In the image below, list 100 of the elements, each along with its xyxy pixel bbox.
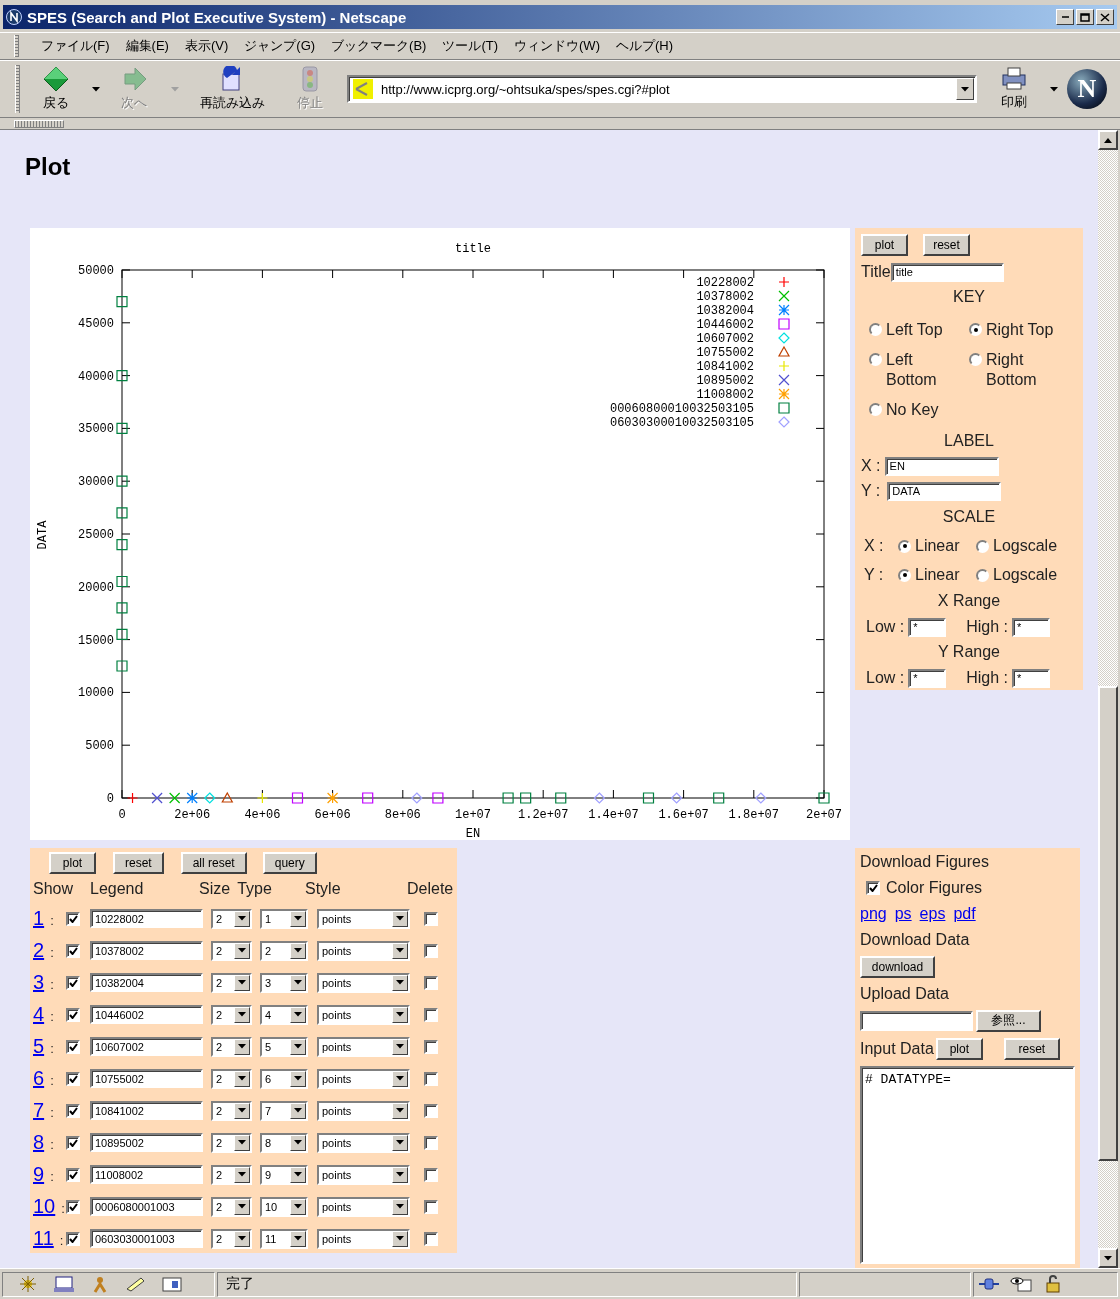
download-link[interactable]: png: [860, 903, 887, 924]
delete-checkbox[interactable]: [424, 1103, 438, 1118]
size-select[interactable]: 2: [211, 972, 252, 993]
size-select[interactable]: 2: [211, 1100, 252, 1121]
plot-button[interactable]: reset: [923, 234, 970, 256]
type-select[interactable]: 4: [260, 1004, 308, 1025]
row-number-link[interactable]: 3: [33, 971, 45, 994]
size-select[interactable]: 2: [211, 940, 252, 961]
type-select[interactable]: 1: [260, 908, 308, 929]
legend-field[interactable]: 10895002: [90, 1133, 203, 1152]
radio-button[interactable]: [869, 403, 882, 416]
minimize-button[interactable]: [1056, 9, 1074, 25]
pen-icon[interactable]: [125, 1275, 147, 1293]
legend-field[interactable]: 10228002: [90, 909, 203, 928]
style-select[interactable]: points: [317, 1100, 410, 1121]
title-field[interactable]: title: [890, 262, 1004, 282]
print-button[interactable]: 印刷: [994, 67, 1034, 111]
delete-checkbox[interactable]: [424, 911, 438, 926]
row-number-link[interactable]: 10: [33, 1195, 56, 1218]
close-button[interactable]: [1096, 9, 1114, 25]
menu-item[interactable]: ツール(T): [442, 37, 499, 55]
show-checkbox[interactable]: [66, 1007, 80, 1022]
style-select[interactable]: points: [317, 1228, 410, 1249]
delete-checkbox[interactable]: [424, 975, 438, 990]
delete-checkbox[interactable]: [424, 1071, 438, 1086]
delete-checkbox[interactable]: [424, 1007, 438, 1022]
row-number-link[interactable]: 1: [33, 907, 45, 930]
legend-field[interactable]: 11008002: [90, 1165, 203, 1184]
show-checkbox[interactable]: [66, 1135, 80, 1150]
caret-icon[interactable]: [1049, 86, 1059, 92]
type-select[interactable]: 11: [260, 1228, 308, 1249]
style-select[interactable]: points: [317, 972, 410, 993]
y-label-field[interactable]: DATA: [887, 481, 1002, 501]
logo-button[interactable]: N: [1067, 69, 1107, 109]
eye-icon[interactable]: [1010, 1275, 1032, 1293]
show-checkbox[interactable]: [66, 1167, 80, 1182]
table-button[interactable]: reset: [113, 852, 164, 874]
range-low-field[interactable]: *: [908, 668, 947, 688]
delete-checkbox[interactable]: [424, 1135, 438, 1150]
show-checkbox[interactable]: [66, 1103, 80, 1118]
menu-item[interactable]: ヘルプ(H): [615, 37, 673, 55]
input-data-field[interactable]: # DATATYPE=: [860, 1065, 1075, 1264]
type-select[interactable]: 9: [260, 1164, 308, 1185]
color-figures-checkbox[interactable]: [866, 880, 880, 895]
legend-field[interactable]: 0603030001003: [90, 1229, 203, 1248]
delete-checkbox[interactable]: [424, 1167, 438, 1182]
scroll-up-button[interactable]: [1098, 130, 1118, 150]
toolbar-grip[interactable]: [14, 119, 64, 128]
legend-field[interactable]: 10378002: [90, 941, 203, 960]
delete-checkbox[interactable]: [424, 1231, 438, 1246]
radio-button[interactable]: [969, 353, 982, 366]
style-select[interactable]: points: [317, 940, 410, 961]
legend-field[interactable]: 10607002: [90, 1037, 203, 1056]
caret-icon[interactable]: [91, 86, 101, 92]
radio-button[interactable]: [869, 353, 882, 366]
type-select[interactable]: 8: [260, 1132, 308, 1153]
download-button[interactable]: download: [860, 955, 935, 978]
range-high-field[interactable]: *: [1012, 617, 1051, 637]
show-checkbox[interactable]: [66, 943, 80, 958]
radio-button[interactable]: [976, 539, 989, 553]
type-select[interactable]: 6: [260, 1068, 308, 1089]
row-number-link[interactable]: 11: [33, 1227, 54, 1250]
legend-field[interactable]: 10382004: [90, 973, 203, 992]
menu-item[interactable]: ジャンプ(G): [244, 37, 316, 55]
show-checkbox[interactable]: [66, 1071, 80, 1086]
reload-button[interactable]: 再読み込み: [194, 66, 270, 112]
browse-button[interactable]: 参照...: [976, 1009, 1041, 1032]
delete-checkbox[interactable]: [424, 1039, 438, 1054]
plug-icon[interactable]: [978, 1275, 1000, 1293]
scroll-thumb[interactable]: [1098, 686, 1118, 1161]
size-select[interactable]: 2: [211, 1132, 252, 1153]
range-low-field[interactable]: *: [908, 617, 947, 637]
table-button[interactable]: query: [262, 852, 317, 874]
range-high-field[interactable]: *: [1012, 668, 1051, 688]
size-select[interactable]: 2: [211, 1036, 252, 1057]
delete-checkbox[interactable]: [424, 1199, 438, 1214]
row-number-link[interactable]: 2: [33, 939, 45, 962]
radio-button[interactable]: [898, 568, 911, 582]
row-number-link[interactable]: 4: [33, 1003, 45, 1026]
scroll-down-button[interactable]: [1098, 1248, 1118, 1268]
table-button[interactable]: plot: [49, 852, 96, 874]
menu-item[interactable]: 表示(V): [184, 37, 229, 55]
radio-button[interactable]: [898, 539, 911, 553]
x-label-field[interactable]: EN: [884, 456, 999, 476]
download-link[interactable]: eps: [919, 903, 946, 924]
type-select[interactable]: 2: [260, 940, 308, 961]
type-select[interactable]: 5: [260, 1036, 308, 1057]
menu-item[interactable]: ブックマーク(B): [331, 37, 427, 55]
row-number-link[interactable]: 7: [33, 1099, 45, 1122]
delete-checkbox[interactable]: [424, 943, 438, 958]
style-select[interactable]: points: [317, 1132, 410, 1153]
download-link[interactable]: ps: [894, 903, 912, 924]
show-checkbox[interactable]: [66, 975, 80, 990]
size-select[interactable]: 2: [211, 1004, 252, 1025]
size-select[interactable]: 2: [211, 1196, 252, 1217]
style-select[interactable]: points: [317, 1036, 410, 1057]
row-number-link[interactable]: 9: [33, 1163, 45, 1186]
maximize-button[interactable]: [1076, 9, 1094, 25]
type-select[interactable]: 7: [260, 1100, 308, 1121]
size-select[interactable]: 2: [211, 1068, 252, 1089]
